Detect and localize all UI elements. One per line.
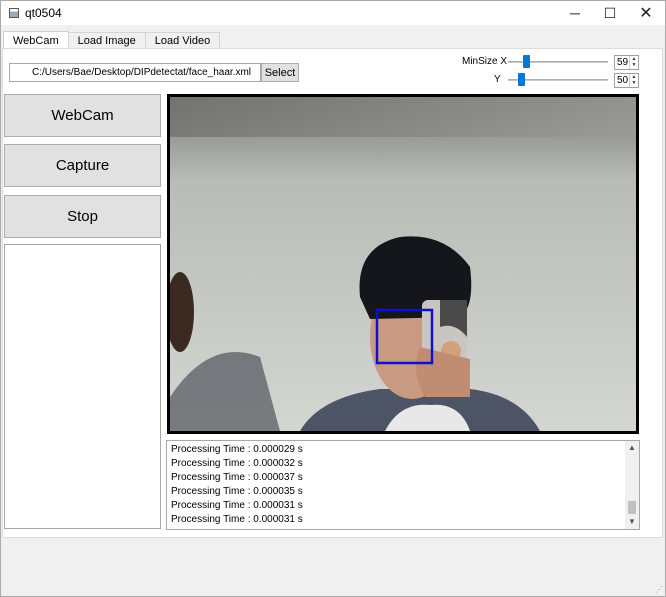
tab-webcam[interactable]: WebCam xyxy=(3,31,69,49)
minsize-y-spinbox[interactable]: 50 ▲ ▼ xyxy=(614,73,639,88)
log-line: Processing Time : 0.000035 s xyxy=(171,486,303,497)
capture-preview-box xyxy=(4,244,161,529)
log-line: Processing Time : 0.000031 s xyxy=(171,514,303,525)
minsize-x-slider-thumb[interactable] xyxy=(523,55,530,68)
close-button[interactable]: ✕ xyxy=(628,1,664,25)
select-button[interactable]: Select xyxy=(261,63,299,82)
log-line: Processing Time : 0.000031 s xyxy=(171,500,303,511)
spin-arrows-icon[interactable]: ▲ ▼ xyxy=(629,74,638,87)
minsize-y-value: 50 xyxy=(617,75,629,86)
minimize-button[interactable]: ─ xyxy=(557,1,593,25)
tab-bar: WebCam Load Image Load Video xyxy=(3,31,221,49)
scroll-down-icon[interactable]: ▼ xyxy=(625,515,639,529)
log-line: Processing Time : 0.000032 s xyxy=(171,458,303,469)
log-lines: Processing Time : 0.000029 s Processing … xyxy=(171,443,303,527)
window-title: qt0504 xyxy=(25,6,62,20)
app-icon xyxy=(9,8,19,18)
minsize-x-spinbox[interactable]: 59 ▲ ▼ xyxy=(614,55,639,70)
log-scrollbar[interactable]: ▲ ▼ xyxy=(625,441,639,529)
app-window: qt0504 ─ ☐ ✕ WebCam Load Image Load Vide… xyxy=(0,0,666,597)
log-line: Processing Time : 0.000029 s xyxy=(171,444,303,455)
capture-button[interactable]: Capture xyxy=(4,144,161,187)
scroll-thumb[interactable] xyxy=(628,501,636,514)
minsize-y-label: Y xyxy=(494,74,501,85)
title-bar[interactable]: qt0504 ─ ☐ ✕ xyxy=(1,1,665,25)
cascade-path-input[interactable]: C:/Users/Bae/Desktop/DIPdetectat/face_ha… xyxy=(9,63,261,82)
resize-grip-icon[interactable]: ⋰ xyxy=(655,585,663,594)
spin-arrows-icon[interactable]: ▲ ▼ xyxy=(629,56,638,69)
processing-log[interactable]: Processing Time : 0.000029 s Processing … xyxy=(166,440,640,530)
webcam-view xyxy=(167,94,639,434)
stop-button[interactable]: Stop xyxy=(4,195,161,238)
minsize-y-slider-thumb[interactable] xyxy=(518,73,525,86)
minsize-x-value: 59 xyxy=(617,57,629,68)
log-line: Processing Time : 0.000037 s xyxy=(171,472,303,483)
webcam-frame-image xyxy=(170,97,636,431)
minsize-x-label: MinSize X xyxy=(462,56,508,67)
webcam-button[interactable]: WebCam xyxy=(4,94,161,137)
scroll-up-icon[interactable]: ▲ xyxy=(625,441,639,455)
tab-load-video[interactable]: Load Video xyxy=(144,32,221,49)
maximize-button[interactable]: ☐ xyxy=(592,1,628,25)
tab-load-image[interactable]: Load Image xyxy=(67,32,146,49)
